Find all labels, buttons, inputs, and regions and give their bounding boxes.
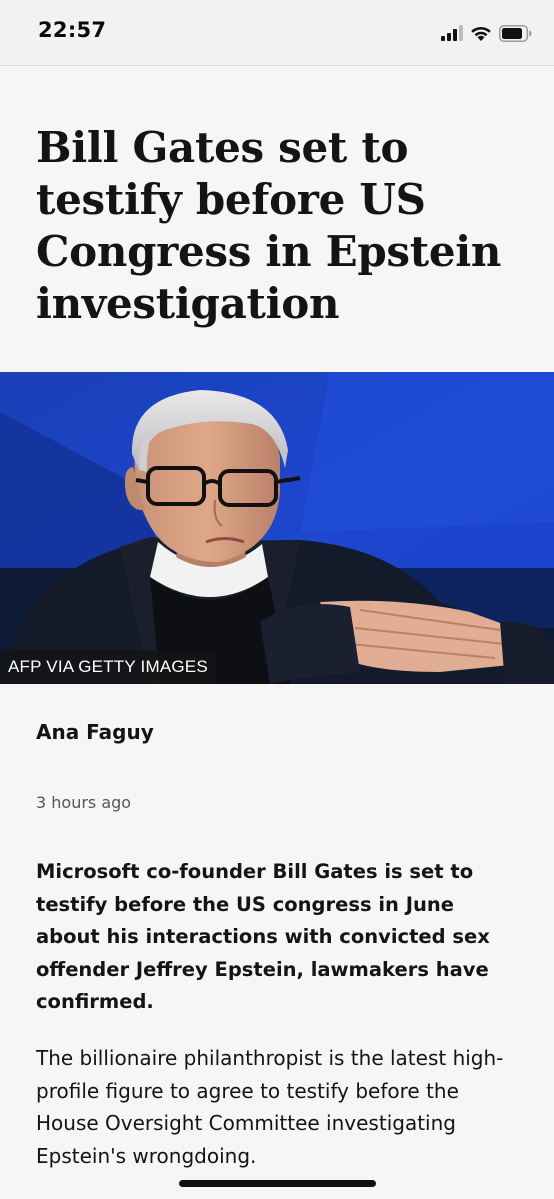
battery-icon: [499, 24, 532, 42]
image-credit-caption: AFP VIA GETTY IMAGES: [0, 650, 216, 684]
home-indicator[interactable]: [179, 1180, 376, 1187]
article-lead-paragraph: Microsoft co-founder Bill Gates is set t…: [36, 860, 490, 1013]
cellular-signal-icon: [441, 25, 463, 41]
article-author[interactable]: Ana Faguy: [36, 720, 154, 744]
status-time: 22:57: [38, 18, 107, 42]
article-body-paragraph: The billionaire philanthropist is the la…: [36, 1046, 504, 1168]
bill-gates-photo: [0, 372, 554, 684]
article-hero-image: AFP VIA GETTY IMAGES: [0, 372, 554, 684]
article-headline: Bill Gates set to testify before US Cong…: [36, 123, 502, 328]
status-bar: 22:57: [0, 0, 554, 66]
wifi-icon: [471, 26, 491, 41]
article-timestamp: 3 hours ago: [36, 793, 132, 812]
status-icons: [441, 22, 532, 44]
